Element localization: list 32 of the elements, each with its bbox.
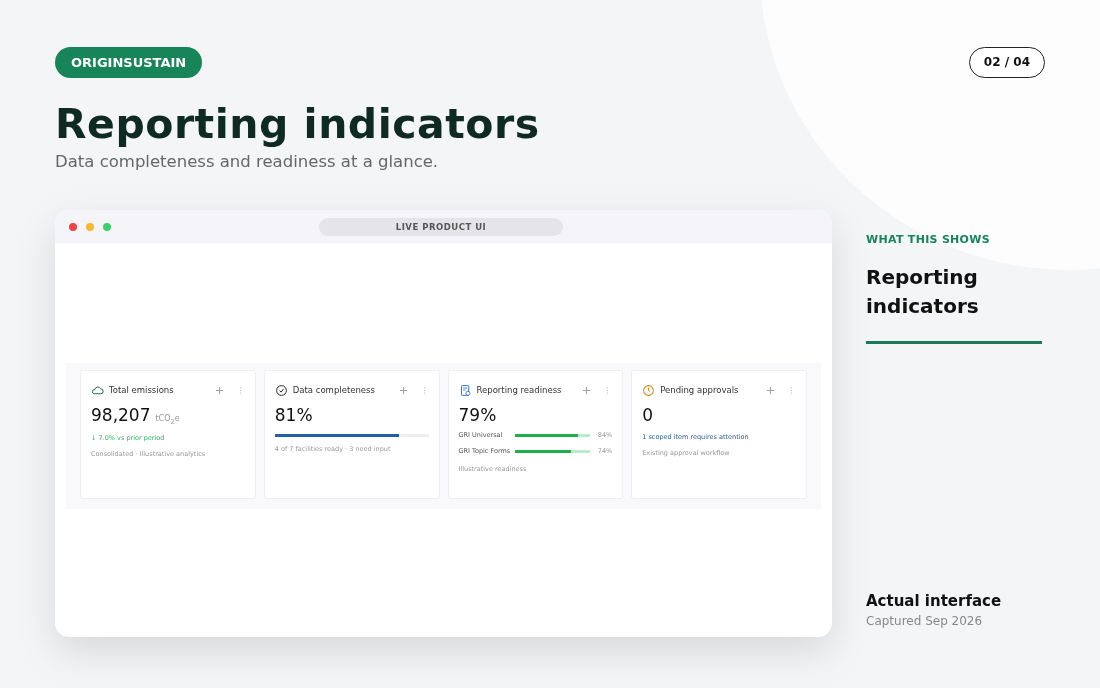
document-icon — [458, 383, 472, 397]
address-bar: LIVE PRODUCT UI — [319, 217, 563, 236]
add-icon[interactable] — [398, 385, 408, 395]
metric-value: 81% — [274, 405, 313, 425]
card-title: Total emissions — [109, 385, 175, 395]
section-eyebrow: WHAT THIS SHOWS — [866, 233, 991, 246]
add-icon[interactable] — [766, 385, 775, 395]
card-title: Reporting readiness — [476, 385, 563, 395]
more-icon[interactable] — [790, 385, 793, 395]
metric-value: 79% — [458, 405, 497, 425]
add-icon[interactable] — [214, 385, 224, 395]
more-icon[interactable] — [238, 385, 242, 395]
page-subtitle: Data completeness and readiness at a glance. — [55, 151, 440, 173]
clock-icon — [642, 383, 656, 397]
side-heading: Reporting indicators — [866, 264, 980, 320]
more-icon[interactable] — [606, 385, 610, 395]
cloud-icon — [91, 383, 104, 397]
footer-title: Actual interface — [866, 592, 1003, 610]
metric-value: 98,207 — [91, 405, 151, 425]
maximize-dot — [103, 222, 111, 231]
add-icon[interactable] — [582, 385, 592, 395]
card-title: Data completeness — [292, 385, 376, 395]
close-dot — [69, 222, 77, 231]
minimize-dot — [86, 222, 94, 231]
more-icon[interactable] — [422, 385, 426, 395]
metric-unit: tCO$_{2}$e — [155, 414, 180, 426]
check-circle-icon — [274, 383, 288, 397]
card-title: Pending approvals — [660, 385, 740, 395]
metric-value: 0 — [642, 405, 654, 425]
brand-badge: ORIGINSUSTAIN — [55, 47, 203, 78]
page-title: Reporting indicators — [55, 99, 541, 150]
footer-caption: Captured Sep 2026 — [866, 614, 984, 628]
